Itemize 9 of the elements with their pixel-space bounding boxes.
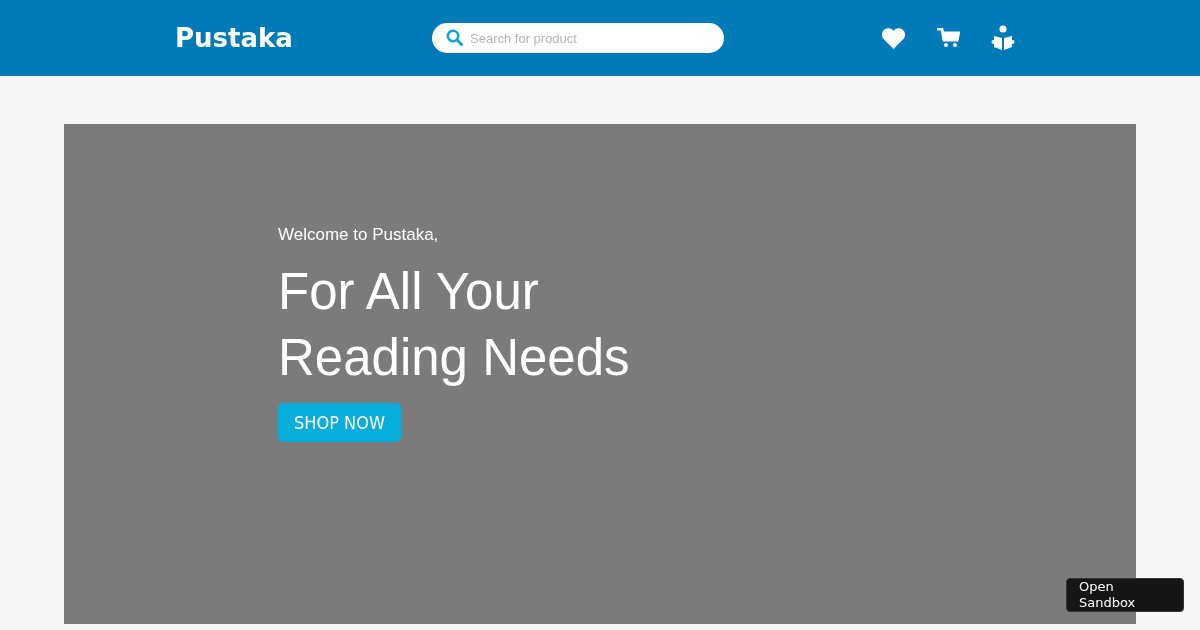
open-sandbox-button[interactable]: Open Sandbox	[1066, 578, 1184, 612]
heart-icon[interactable]	[881, 27, 906, 49]
welcome-text: Welcome to Pustaka,	[278, 225, 440, 245]
cart-icon[interactable]	[937, 28, 960, 48]
reader-icon[interactable]	[991, 25, 1015, 51]
logo[interactable]: Pustaka	[175, 23, 432, 53]
shop-now-button[interactable]: SHOP NOW	[278, 403, 401, 442]
hero-headline: For All Your Reading Needs	[278, 262, 631, 388]
search-field[interactable]: Search for product	[432, 23, 724, 53]
